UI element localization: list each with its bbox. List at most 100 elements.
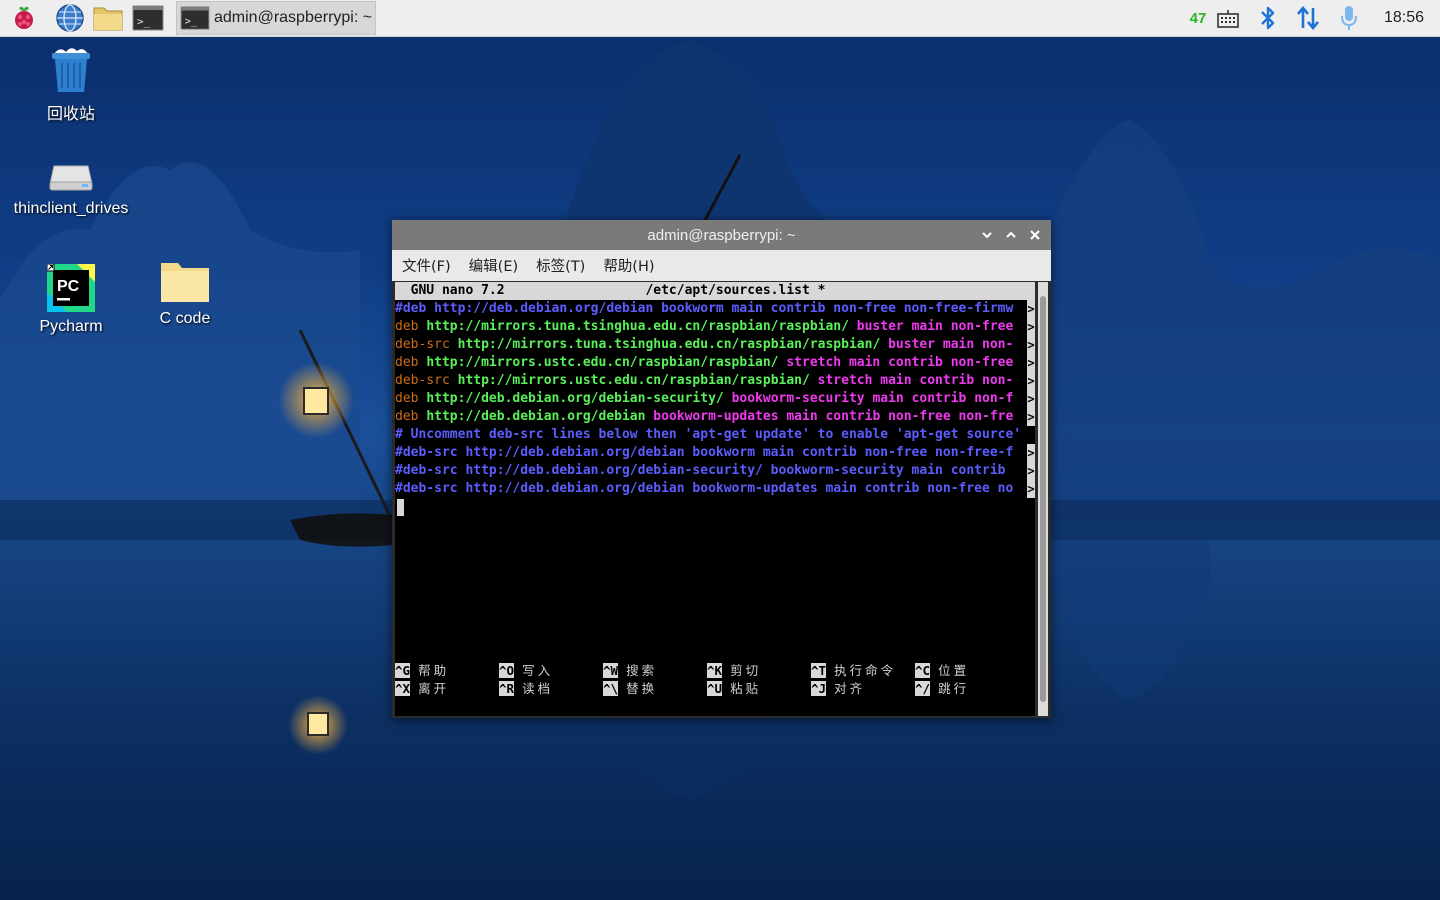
- svg-text:>_: >_: [185, 17, 198, 28]
- shortcut-key: ^T: [811, 663, 827, 678]
- shortcut-key: ^W: [603, 663, 619, 678]
- shortcut-label: 写入: [522, 663, 554, 678]
- nano-shortcut: ^O 写入: [499, 662, 553, 680]
- shortcut-key: ^O: [499, 663, 515, 678]
- editor-text: deb-src: [395, 337, 458, 352]
- desktop-icon-trash[interactable]: 回收站: [11, 44, 131, 124]
- menu-help[interactable]: 帮助(H): [595, 255, 662, 276]
- keyboard-icon[interactable]: [1214, 0, 1242, 36]
- editor-text: http://deb.debian.org/debian: [426, 409, 654, 424]
- shortcut-key: ^J: [811, 681, 827, 696]
- shortcut-key: ^R: [499, 681, 515, 696]
- editor-text: stretch main contrib non-: [817, 373, 1014, 388]
- nano-header: GNU nano 7.2 /etc/apt/sources.list *: [395, 282, 1035, 300]
- clock[interactable]: 18:56: [1376, 0, 1432, 36]
- desktop-icon-label: thinclient_drives: [13, 200, 129, 217]
- raspberry-menu-icon[interactable]: [6, 2, 42, 34]
- editor-text: #deb-src http://deb.debian.org/debian bo…: [395, 481, 1014, 496]
- file-manager-icon[interactable]: [90, 2, 126, 34]
- taskbar-terminal-task[interactable]: >_ admin@raspberrypi: ~: [176, 1, 376, 35]
- nano-shortcut: ^U 粘贴: [707, 680, 761, 698]
- editor-line: #deb-src http://deb.debian.org/debian-se…: [395, 462, 1035, 480]
- editor-text: buster main non-free: [856, 319, 1014, 334]
- shortcut-label: 帮助: [418, 663, 450, 678]
- shortcut-label: 对齐: [834, 681, 866, 696]
- line-overflow-marker: >: [1027, 462, 1035, 480]
- desktop-icon-label: 回收站: [46, 106, 95, 123]
- editor-text: # Uncomment deb-src lines below then 'ap…: [395, 427, 1022, 442]
- shortcut-key: ^C: [915, 663, 931, 678]
- desktop-icon-thinclient-drives[interactable]: thinclient_drives: [11, 160, 131, 218]
- editor-line: #deb-src http://deb.debian.org/debian bo…: [395, 480, 1035, 498]
- editor-text: deb-src: [395, 373, 458, 388]
- editor-text: deb: [395, 319, 427, 334]
- window-titlebar[interactable]: admin@raspberrypi: ~: [392, 220, 1051, 250]
- line-overflow-marker: >: [1027, 354, 1035, 372]
- maximize-button[interactable]: [1001, 225, 1021, 245]
- nano-shortcut: ^/ 跳行: [915, 680, 969, 698]
- cpu-monitor[interactable]: 47: [1184, 0, 1212, 36]
- nano-shortcut: ^T 执行命令: [811, 662, 896, 680]
- editor-line: deb-src http://mirrors.ustc.edu.cn/raspb…: [395, 372, 1035, 390]
- editor-text: deb: [395, 409, 427, 424]
- shortcut-label: 搜索: [626, 663, 658, 678]
- shortcut-key: ^U: [707, 681, 723, 696]
- editor-line: deb http://mirrors.tuna.tsinghua.edu.cn/…: [395, 318, 1035, 336]
- bluetooth-icon[interactable]: [1254, 0, 1282, 36]
- minimize-button[interactable]: [977, 225, 997, 245]
- terminal-area[interactable]: GNU nano 7.2 /etc/apt/sources.list * #de…: [395, 282, 1035, 716]
- line-overflow-marker: >: [1027, 480, 1035, 498]
- web-browser-icon[interactable]: [52, 2, 88, 34]
- shortcut-label: 读档: [522, 681, 554, 696]
- close-icon: [1030, 230, 1040, 240]
- terminal-icon[interactable]: >_: [130, 2, 166, 34]
- editor-line: #deb http://deb.debian.org/debian bookwo…: [395, 300, 1035, 318]
- menu-file[interactable]: 文件(F): [394, 255, 459, 276]
- shortcut-label: 离开: [418, 681, 450, 696]
- svg-text:PC: PC: [57, 278, 80, 295]
- folder-icon: [161, 263, 209, 302]
- clock-time: 18:56: [1383, 9, 1425, 26]
- desktop-icon-label: Pycharm: [39, 318, 103, 335]
- svg-text:>_: >_: [137, 15, 151, 28]
- menu-edit[interactable]: 编辑(E): [461, 255, 526, 276]
- nano-shortcut: ^J 对齐: [811, 680, 865, 698]
- terminal-window: admin@raspberrypi: ~ 文件(F) 编辑(E) 标签(T) 帮…: [392, 220, 1051, 718]
- trash-icon: [52, 48, 90, 92]
- line-overflow-marker: >: [1027, 444, 1035, 462]
- editor-text: http://deb.debian.org/debian-security/: [426, 391, 732, 406]
- editor-text: #deb-src http://deb.debian.org/debian bo…: [395, 445, 1014, 460]
- nano-shortcut: ^W 搜索: [603, 662, 657, 680]
- chevron-down-icon: [982, 232, 992, 239]
- nano-shortcut: ^K 剪切: [707, 662, 761, 680]
- close-button[interactable]: [1025, 225, 1045, 245]
- editor-line: deb http://deb.debian.org/debian-securit…: [395, 390, 1035, 408]
- network-icon[interactable]: [1292, 0, 1324, 36]
- scrollbar-thumb[interactable]: [1040, 296, 1046, 702]
- menu-tabs[interactable]: 标签(T): [528, 255, 593, 276]
- scrollbar[interactable]: [1038, 282, 1048, 716]
- shortcut-label: 剪切: [730, 663, 762, 678]
- pycharm-icon: PC: [47, 264, 95, 312]
- line-overflow-marker: >: [1027, 372, 1035, 390]
- microphone-icon[interactable]: [1334, 0, 1364, 36]
- desktop-icon-c-code[interactable]: C code: [125, 260, 245, 328]
- editor-line: #deb-src http://deb.debian.org/debian bo…: [395, 444, 1035, 462]
- line-overflow-marker: >: [1027, 408, 1035, 426]
- shortcut-key: ^\: [603, 681, 619, 696]
- editor-text: deb: [395, 355, 427, 370]
- editor-text: #deb http://deb.debian.org/debian bookwo…: [395, 301, 1014, 316]
- desktop-icon-pycharm[interactable]: PC Pycharm: [11, 264, 131, 336]
- editor-text: http://mirrors.tuna.tsinghua.edu.cn/rasp…: [457, 337, 889, 352]
- shortcut-key: ^X: [395, 681, 411, 696]
- editor-line: # Uncomment deb-src lines below then 'ap…: [395, 426, 1035, 444]
- nano-shortcut: ^C 位置: [915, 662, 969, 680]
- editor-line: deb-src http://mirrors.tuna.tsinghua.edu…: [395, 336, 1035, 354]
- window-menubar: 文件(F) 编辑(E) 标签(T) 帮助(H): [392, 250, 1051, 281]
- line-overflow-marker: >: [1027, 390, 1035, 408]
- terminal-task-icon: >_: [180, 6, 210, 30]
- line-overflow-marker: >: [1027, 336, 1035, 354]
- shortcut-label: 位置: [938, 663, 970, 678]
- nano-shortcut: ^G 帮助: [395, 662, 449, 680]
- cpu-usage: 47: [1189, 9, 1207, 27]
